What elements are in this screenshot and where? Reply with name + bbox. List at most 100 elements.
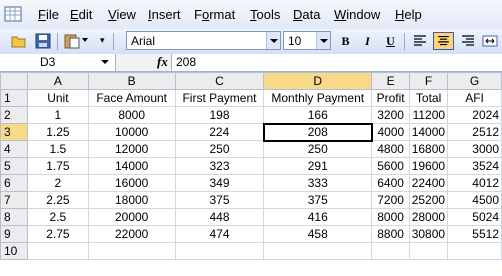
row-header[interactable]: 5 xyxy=(0,157,28,175)
cell-g8[interactable]: 5024 xyxy=(447,208,502,226)
column-header-d[interactable]: D xyxy=(263,72,373,90)
cell-a5[interactable]: 1.75 xyxy=(26,157,89,175)
cell-e3[interactable]: 4000 xyxy=(371,123,411,141)
cell-d4[interactable]: 250 xyxy=(263,140,373,158)
cell-d7[interactable]: 375 xyxy=(263,191,373,209)
cell-g4[interactable]: 3000 xyxy=(447,140,502,158)
menu-data[interactable]: Data xyxy=(293,7,320,22)
cell-b4[interactable]: 12000 xyxy=(87,140,176,158)
cell-c7[interactable]: 375 xyxy=(174,191,265,209)
cell-f4[interactable]: 16800 xyxy=(409,140,449,158)
cell-d8[interactable]: 416 xyxy=(263,208,373,226)
cell-f1[interactable]: Total xyxy=(409,89,449,107)
row-header[interactable]: 2 xyxy=(0,106,28,124)
cell-d6[interactable]: 333 xyxy=(263,174,373,192)
cell-e8[interactable]: 8000 xyxy=(371,208,411,226)
italic-button[interactable]: I xyxy=(358,32,377,50)
name-box[interactable]: D3 xyxy=(0,54,116,71)
align-center-button[interactable] xyxy=(433,32,454,50)
open-icon[interactable] xyxy=(10,32,28,50)
cell-d9[interactable]: 458 xyxy=(263,225,373,243)
menu-window[interactable]: Window xyxy=(334,7,380,22)
cell-a7[interactable]: 2.25 xyxy=(26,191,89,209)
excel-app-icon[interactable] xyxy=(4,5,22,23)
font-size-dropdown-icon[interactable] xyxy=(316,32,330,49)
cell-a9[interactable]: 2.75 xyxy=(26,225,89,243)
cell-e2[interactable]: 3200 xyxy=(371,106,411,124)
cell-f2[interactable]: 11200 xyxy=(409,106,449,124)
cell-c5[interactable]: 323 xyxy=(174,157,265,175)
row-header[interactable]: 1 xyxy=(0,89,28,107)
row-header[interactable]: 6 xyxy=(0,174,28,192)
cell-g10[interactable] xyxy=(447,242,502,260)
cell-d5[interactable]: 291 xyxy=(263,157,373,175)
cell-e4[interactable]: 4800 xyxy=(371,140,411,158)
cell-g2[interactable]: 2024 xyxy=(447,106,502,124)
row-header[interactable]: 8 xyxy=(0,208,28,226)
cell-e9[interactable]: 8800 xyxy=(371,225,411,243)
cell-d2[interactable]: 166 xyxy=(263,106,373,124)
font-size-select[interactable]: 10 xyxy=(283,31,331,50)
cell-c9[interactable]: 474 xyxy=(174,225,265,243)
column-header-f[interactable]: F xyxy=(409,72,449,90)
cell-g5[interactable]: 3524 xyxy=(447,157,502,175)
cell-f3[interactable]: 14000 xyxy=(409,123,449,141)
cell-a1[interactable]: Unit xyxy=(26,89,89,107)
cell-g1[interactable]: AFI xyxy=(447,89,502,107)
font-name-select[interactable]: Arial xyxy=(126,31,281,50)
row-header[interactable]: 3 xyxy=(0,123,28,141)
menu-help[interactable]: Help xyxy=(395,7,422,22)
cell-g9[interactable]: 5512 xyxy=(447,225,502,243)
column-header-a[interactable]: A xyxy=(26,72,89,90)
menu-view[interactable]: View xyxy=(108,7,136,22)
menu-insert[interactable]: Insert xyxy=(148,7,181,22)
cell-b2[interactable]: 8000 xyxy=(87,106,176,124)
merge-center-icon[interactable] xyxy=(481,32,499,50)
cell-b1[interactable]: Face Amount xyxy=(87,89,176,107)
cell-b7[interactable]: 18000 xyxy=(87,191,176,209)
cell-d3[interactable]: 208 xyxy=(262,122,373,142)
cell-c4[interactable]: 250 xyxy=(174,140,265,158)
cell-g6[interactable]: 4012 xyxy=(447,174,502,192)
align-left-icon[interactable] xyxy=(411,32,429,50)
cell-f6[interactable]: 22400 xyxy=(409,174,449,192)
menu-format[interactable]: Format xyxy=(194,7,235,22)
name-box-dropdown-icon[interactable] xyxy=(101,60,109,64)
cell-f5[interactable]: 19600 xyxy=(409,157,449,175)
cell-b10[interactable] xyxy=(87,242,176,260)
menu-edit[interactable]: Edit xyxy=(70,7,92,22)
column-header-b[interactable]: B xyxy=(87,72,176,90)
cell-b9[interactable]: 22000 xyxy=(87,225,176,243)
cell-a10[interactable] xyxy=(26,242,89,260)
bold-button[interactable]: B xyxy=(336,32,355,50)
cell-e10[interactable] xyxy=(371,242,411,260)
cell-a6[interactable]: 2 xyxy=(26,174,89,192)
font-name-dropdown-icon[interactable] xyxy=(266,32,280,49)
cell-c8[interactable]: 448 xyxy=(174,208,265,226)
cell-a8[interactable]: 2.5 xyxy=(26,208,89,226)
cell-b6[interactable]: 16000 xyxy=(87,174,176,192)
cell-g7[interactable]: 4500 xyxy=(447,191,502,209)
cell-f10[interactable] xyxy=(409,242,449,260)
cell-c10[interactable] xyxy=(174,242,265,260)
cell-b8[interactable]: 20000 xyxy=(87,208,176,226)
underline-button[interactable]: U xyxy=(381,32,400,50)
insert-function-icon[interactable]: fx xyxy=(157,54,168,70)
menu-tools[interactable]: Tools xyxy=(250,7,280,22)
toolbar-options-icon[interactable]: ▾ xyxy=(100,35,105,46)
column-header-g[interactable]: G xyxy=(447,72,502,90)
cell-b3[interactable]: 10000 xyxy=(87,123,176,141)
paste-dropdown-icon[interactable] xyxy=(82,38,88,42)
row-header[interactable]: 9 xyxy=(0,225,28,243)
cell-f7[interactable]: 25200 xyxy=(409,191,449,209)
cell-c6[interactable]: 349 xyxy=(174,174,265,192)
column-header-e[interactable]: E xyxy=(371,72,411,90)
row-header[interactable]: 4 xyxy=(0,140,28,158)
menu-file[interactable]: File xyxy=(38,7,59,22)
cell-a2[interactable]: 1 xyxy=(26,106,89,124)
cell-d1[interactable]: Monthly Payment xyxy=(263,89,373,107)
cell-c3[interactable]: 224 xyxy=(174,123,265,141)
cell-a3[interactable]: 1.25 xyxy=(26,123,89,141)
row-header[interactable]: 7 xyxy=(0,191,28,209)
cell-a4[interactable]: 1.5 xyxy=(26,140,89,158)
